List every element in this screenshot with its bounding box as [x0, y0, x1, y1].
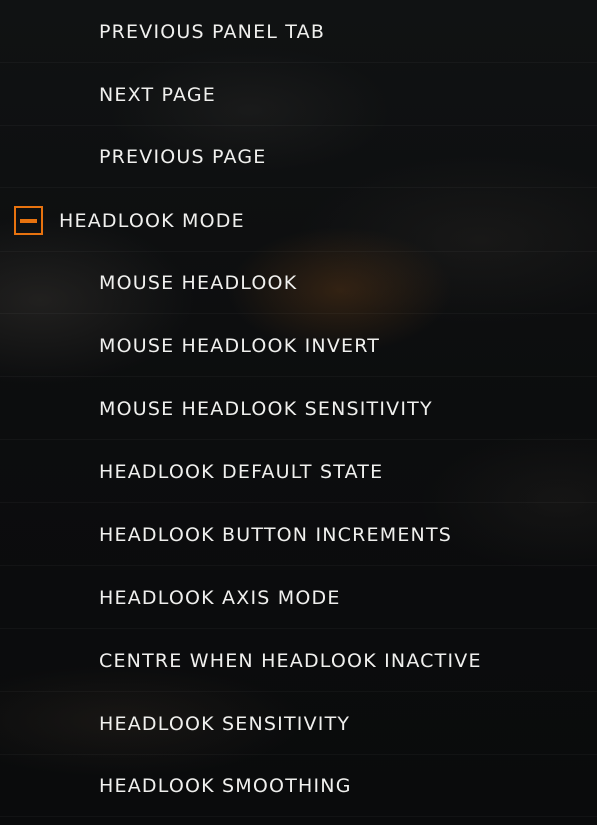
option-label: HEADLOOK AXIS MODE — [99, 586, 341, 609]
option-row-previous-panel-tab[interactable]: PREVIOUS PANEL TAB — [0, 1, 597, 63]
option-row-mouse-headlook-sensitivity[interactable]: MOUSE HEADLOOK SENSITIVITY — [0, 378, 597, 440]
option-row-headlook-sensitivity[interactable]: HEADLOOK SENSITIVITY — [0, 693, 597, 755]
option-label: PREVIOUS PAGE — [99, 145, 267, 168]
option-label: HEADLOOK SMOOTHING — [99, 774, 352, 797]
option-label: HEADLOOK SENSITIVITY — [99, 712, 351, 735]
controls-options-panel: PREVIOUS PANEL TAB NEXT PAGE PREVIOUS PA… — [0, 0, 597, 825]
option-row-headlook-default-state[interactable]: HEADLOOK DEFAULT STATE — [0, 441, 597, 503]
option-label: NEXT PAGE — [99, 83, 216, 106]
option-label: HEADLOOK DEFAULT STATE — [99, 460, 384, 483]
option-row-headlook-axis-mode[interactable]: HEADLOOK AXIS MODE — [0, 567, 597, 629]
option-label: CENTRE WHEN HEADLOOK INACTIVE — [99, 649, 482, 672]
option-row-centre-when-headlook-inactive[interactable]: CENTRE WHEN HEADLOOK INACTIVE — [0, 630, 597, 692]
option-label: MOUSE HEADLOOK SENSITIVITY — [99, 397, 433, 420]
option-row-next-page[interactable]: NEXT PAGE — [0, 64, 597, 126]
option-label: MOUSE HEADLOOK INVERT — [99, 334, 381, 357]
option-label: PREVIOUS PANEL TAB — [99, 20, 326, 43]
group-label: HEADLOOK MODE — [59, 209, 245, 232]
group-header-headlook-mode[interactable]: HEADLOOK MODE — [0, 190, 597, 252]
option-label: MOUSE HEADLOOK — [99, 271, 298, 294]
option-row-mouse-headlook-invert[interactable]: MOUSE HEADLOOK INVERT — [0, 315, 597, 377]
option-label: HEADLOOK BUTTON INCREMENTS — [99, 523, 453, 546]
option-row-headlook-smoothing[interactable]: HEADLOOK SMOOTHING — [0, 755, 597, 817]
option-row-mouse-headlook[interactable]: MOUSE HEADLOOK — [0, 252, 597, 314]
minus-bar — [20, 218, 37, 223]
option-row-previous-page[interactable]: PREVIOUS PAGE — [0, 126, 597, 188]
option-row-headlook-button-increments[interactable]: HEADLOOK BUTTON INCREMENTS — [0, 504, 597, 566]
collapse-minus-icon[interactable] — [14, 206, 43, 235]
